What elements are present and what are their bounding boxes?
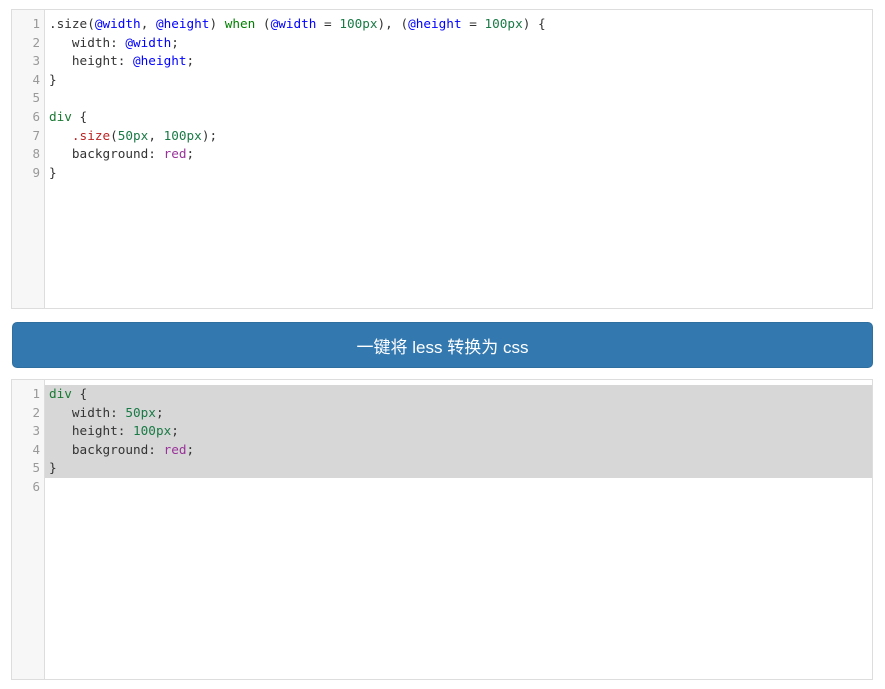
token-punct: ); xyxy=(201,127,218,143)
token-punct: ; xyxy=(186,146,195,162)
token-tag: div xyxy=(49,386,72,401)
line-number: 4 xyxy=(32,71,40,87)
token-punct: ; xyxy=(171,34,179,50)
css-editor-code-area[interactable]: div { width: 50px; height: 100px; backgr… xyxy=(45,380,872,679)
code-line[interactable]: .size(@width, @height) when (@width = 10… xyxy=(45,15,872,34)
token-num: 100px xyxy=(339,16,378,31)
css-output-editor[interactable]: 1 2 3 4 5 6 div { width: 50px; height: 100px;… xyxy=(11,379,873,680)
code-line[interactable]: } xyxy=(45,459,872,478)
token-var: @width xyxy=(125,34,172,50)
line-number: 5 xyxy=(32,90,40,106)
token-punct: ( xyxy=(255,16,271,31)
token-var: @height xyxy=(133,53,187,69)
token-num: 50px xyxy=(117,127,149,143)
token-punct: = xyxy=(461,16,485,31)
code-line[interactable]: width: @width; xyxy=(45,34,872,53)
code-line[interactable] xyxy=(45,89,872,108)
token-punct: } xyxy=(49,164,57,180)
token-punct: ) xyxy=(209,16,225,31)
token-num: 100px xyxy=(484,16,523,31)
convert-less-to-css-button[interactable]: 一键将 less 转换为 css xyxy=(12,322,873,368)
token-kw: when xyxy=(224,16,256,31)
token-val: red xyxy=(163,146,187,162)
less-to-css-converter-page: 123456789 .size(@width, @height) when (@… xyxy=(0,0,885,689)
code-line[interactable]: } xyxy=(45,164,872,183)
code-line[interactable]: height: @height; xyxy=(45,52,872,71)
token-num: 50px xyxy=(125,404,156,420)
token-punct: { xyxy=(71,108,88,124)
token-punct: ), ( xyxy=(377,16,409,31)
css-editor-gutter: 1 2 3 4 5 6 xyxy=(12,380,45,679)
token-plain: height: xyxy=(49,53,134,69)
token-punct: ( xyxy=(87,16,95,31)
token-var: @height xyxy=(408,16,462,31)
line-number: 9 xyxy=(32,164,40,180)
line-number: 2 xyxy=(32,404,40,420)
line-number: 7 xyxy=(32,127,40,143)
code-line[interactable]: width: 50px; xyxy=(45,403,872,423)
less-editor-gutter: 1 2 3 4 5 6 7 8 9 xyxy=(12,10,45,308)
line-number: 1 xyxy=(32,16,40,31)
line-number: 4 xyxy=(32,441,40,457)
token-punct: } xyxy=(49,71,57,87)
token-plain: height: xyxy=(49,423,134,439)
line-number: 5 xyxy=(32,460,40,476)
line-number: 2 xyxy=(32,34,40,50)
token-punct: ) { xyxy=(522,16,546,31)
token-punct: , xyxy=(140,16,156,31)
token-punct: ; xyxy=(155,404,164,420)
line-number: 6 xyxy=(32,108,40,124)
token-plain: background: xyxy=(49,146,164,162)
token-punct: ; xyxy=(171,423,179,439)
token-var: @width xyxy=(94,16,141,31)
token-punct: , xyxy=(148,127,164,143)
token-var: @width xyxy=(270,16,317,31)
line-number: 3 xyxy=(32,53,40,69)
code-line[interactable]: div { xyxy=(45,108,872,127)
line-number: 1 xyxy=(32,386,40,401)
token-punct: ( xyxy=(110,127,118,143)
token-val: red xyxy=(163,441,187,457)
token-plain: width: xyxy=(49,404,126,420)
line-number: 8 xyxy=(32,146,40,162)
line-number: 3 xyxy=(32,423,40,439)
token-punct: ; xyxy=(186,53,195,69)
token-num: 100px xyxy=(163,127,202,143)
less-source-editor[interactable]: 123456789 .size(@width, @height) when (@… xyxy=(11,9,873,309)
token-num: 100px xyxy=(133,423,172,439)
token-plain: .size xyxy=(49,16,88,31)
code-line[interactable]: background: red; xyxy=(45,145,872,164)
code-line[interactable]: } xyxy=(45,71,872,90)
token-punct: } xyxy=(49,460,57,476)
code-line[interactable]: height: 100px; xyxy=(45,422,872,441)
code-line[interactable]: background: red; xyxy=(45,440,872,460)
token-plain: width: xyxy=(49,34,126,50)
code-line[interactable]: div { xyxy=(45,385,872,404)
token-punct: { xyxy=(71,386,88,401)
token-plain: background: xyxy=(49,441,164,457)
token-punct: ; xyxy=(186,441,195,457)
token-tag: div xyxy=(49,108,72,124)
token-var: @height xyxy=(155,16,210,31)
less-editor-code-area[interactable]: .size(@width, @height) when (@width = 10… xyxy=(45,10,872,308)
code-line[interactable] xyxy=(45,478,872,497)
token-punct: = xyxy=(316,16,340,31)
line-number: 6 xyxy=(32,478,40,494)
code-line[interactable]: .size(50px, 100px); xyxy=(45,127,872,146)
token-mixin: .size xyxy=(71,127,111,143)
